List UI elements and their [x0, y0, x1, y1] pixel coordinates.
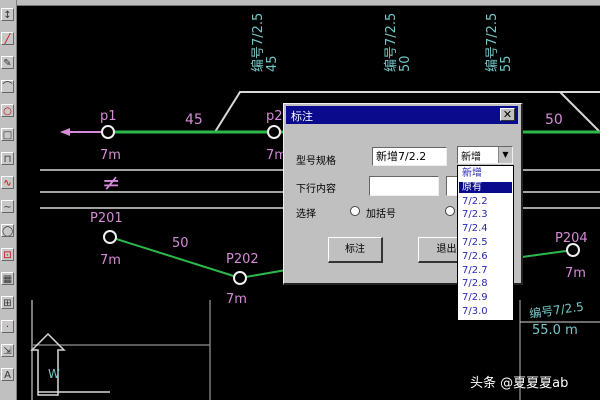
- bottom-right-label: 编号7/2.5: [528, 298, 584, 320]
- svg-text:编号7/2.5: 编号7/2.5: [251, 13, 266, 72]
- dropdown-option[interactable]: 7/2.9: [459, 292, 512, 303]
- green-line-right: [514, 249, 574, 259]
- curve-icon[interactable]: ∿: [1, 176, 14, 189]
- grid-icon[interactable]: ⊞: [1, 296, 14, 309]
- ruler-icon[interactable]: ↕: [1, 8, 14, 21]
- svg-text:P202: P202: [226, 252, 259, 267]
- dropdown-option[interactable]: 7/2.7: [459, 265, 512, 276]
- svg-text:55: 55: [499, 55, 514, 72]
- vertical-label-2: 编号7/2.5 50: [384, 13, 413, 72]
- spec-label: 型号规格: [296, 156, 336, 167]
- dialog-title: 标注: [291, 110, 313, 123]
- svg-text:编号7/2.5: 编号7/2.5: [485, 13, 500, 72]
- scale-icon[interactable]: ⇲: [1, 344, 14, 357]
- type-combo[interactable]: 新增 ▼: [457, 146, 513, 164]
- svg-text:45: 45: [265, 55, 280, 72]
- bottom-right-value: 55.0 m: [532, 323, 578, 338]
- svg-text:7m: 7m: [565, 266, 586, 281]
- choice-label: 选择: [296, 209, 316, 220]
- ellipse-icon[interactable]: ◯: [1, 224, 14, 237]
- content-field[interactable]: [369, 176, 439, 196]
- dropdown-option[interactable]: 新增: [459, 168, 512, 179]
- dropdown-option[interactable]: 7/2.2: [459, 196, 512, 207]
- dropdown-option[interactable]: 7/2.6: [459, 251, 512, 262]
- arrow-head-icon: [60, 128, 70, 136]
- dropdown-option[interactable]: 7/2.5: [459, 237, 512, 248]
- dropdown-option[interactable]: 7/2.8: [459, 278, 512, 289]
- point-p1[interactable]: p1 7m: [100, 109, 121, 163]
- radio-bracket-label: 加括号: [366, 209, 396, 220]
- green-line-p202-out: [239, 269, 287, 279]
- spec-field[interactable]: 新增7/2.2: [372, 147, 447, 166]
- svg-text:7m: 7m: [226, 292, 247, 307]
- svg-text:编号7/2.5: 编号7/2.5: [384, 13, 399, 72]
- dropdown-option[interactable]: 7/3.0: [459, 306, 512, 317]
- polyline-icon[interactable]: ⊓: [1, 152, 14, 165]
- span-label-2: 50: [172, 236, 189, 251]
- pencil-icon[interactable]: ✎: [1, 56, 14, 69]
- vertical-label-3: 编号7/2.5 55: [485, 13, 514, 72]
- rectangle-icon[interactable]: □: [1, 128, 14, 141]
- vertical-label-1: 编号7/2.5 45: [251, 13, 280, 72]
- svg-text:编号7/2.5: 编号7/2.5: [528, 298, 584, 320]
- radio-bracket[interactable]: [350, 206, 360, 216]
- content-label: 下行内容: [296, 184, 336, 195]
- span-label-3: 50: [545, 112, 563, 128]
- ucs-axis-letter: W: [48, 367, 60, 381]
- svg-text:p2: p2: [266, 109, 283, 124]
- point-icon[interactable]: ·: [1, 320, 14, 333]
- circle-icon[interactable]: ○: [1, 104, 14, 117]
- watermark: 头条 @夏夏夏ab: [470, 376, 569, 391]
- cad-window: W 编号7/2.5 45 编号7/2.5 50 编号7/2.5 55 45 50…: [0, 0, 600, 400]
- svg-text:P201: P201: [90, 211, 123, 226]
- dropdown-option[interactable]: 7/2.4: [459, 223, 512, 234]
- close-button[interactable]: ✕: [500, 108, 515, 121]
- dropdown-option[interactable]: 7/2.3: [459, 209, 512, 220]
- point-p204[interactable]: P204 7m: [555, 231, 588, 281]
- side-mark: ≠: [102, 171, 120, 196]
- chevron-down-icon[interactable]: ▼: [498, 147, 512, 163]
- ucs-axis-icon: [30, 332, 66, 396]
- dialog-titlebar[interactable]: 标注 ✕: [286, 106, 518, 124]
- svg-text:p1: p1: [100, 109, 117, 124]
- spline-icon[interactable]: ∼: [1, 200, 14, 213]
- left-toolbar: ↕ ╱ ✎ ⌒ ○ □ ⊓ ∿ ∼ ◯ ⊡ ▦ ⊞ · ⇲ A: [0, 0, 17, 400]
- ok-button[interactable]: 标注: [328, 237, 383, 263]
- radio-option-2[interactable]: [445, 206, 455, 216]
- point-p202[interactable]: P202 7m: [226, 252, 259, 307]
- svg-text:7m: 7m: [100, 148, 121, 163]
- type-dropdown-list[interactable]: 新增原有 7/2.2 7/2.3 7/2.4 7/2.5 7/2.6 7/2.7 7/2.8 7…: [457, 165, 514, 321]
- combo-value: 新增: [461, 152, 481, 163]
- hatch-icon[interactable]: ▦: [1, 272, 14, 285]
- svg-text:7m: 7m: [100, 253, 121, 268]
- track-outline-right: [559, 91, 600, 133]
- span-label-1: 45: [185, 112, 203, 128]
- arc-icon[interactable]: ⌒: [1, 80, 14, 93]
- insert-icon[interactable]: ⊡: [1, 248, 14, 261]
- dropdown-option[interactable]: 原有: [459, 181, 512, 193]
- line-icon[interactable]: ╱: [1, 32, 14, 45]
- svg-text:50: 50: [398, 55, 413, 72]
- text-icon[interactable]: A: [1, 368, 14, 381]
